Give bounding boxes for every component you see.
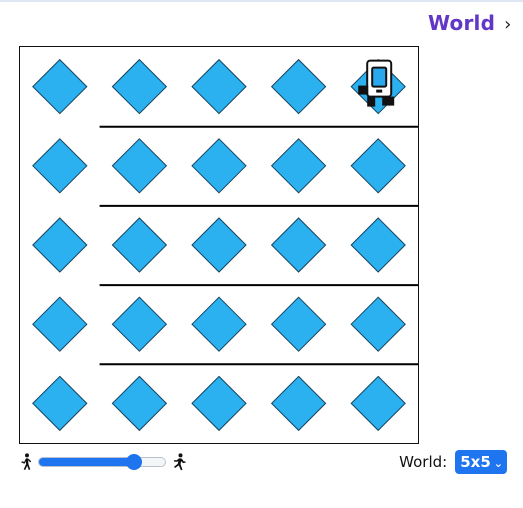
beeper-diamond — [270, 375, 327, 432]
running-person-icon — [174, 453, 186, 471]
world-canvas — [19, 46, 419, 444]
beeper-diamond — [350, 138, 406, 194]
speed-slider-fill — [39, 458, 134, 466]
beeper-diamond — [270, 296, 327, 352]
top-border — [0, 0, 523, 2]
beeper-diamond — [350, 217, 406, 273]
beeper-diamond — [270, 217, 327, 273]
world-link-label: World — [428, 11, 496, 35]
world-link[interactable]: World › — [428, 10, 511, 36]
world-select-label: World: — [399, 453, 448, 471]
beeper-diamond — [191, 296, 247, 352]
beeper-diamond — [111, 217, 168, 273]
beeper-diamond — [111, 375, 168, 432]
speed-slider[interactable] — [38, 455, 166, 469]
beeper-diamond — [32, 58, 88, 115]
beeper-diamond — [350, 375, 406, 432]
beeper-diamond — [191, 375, 247, 432]
chevron-down-icon: ⌄ — [493, 456, 503, 470]
beeper-diamond — [111, 138, 168, 194]
beeper-diamond — [32, 296, 88, 352]
controls-bar: World: 5x5 ⌄ — [19, 449, 507, 475]
beepers-layer — [32, 58, 406, 432]
beeper-diamond — [191, 138, 247, 194]
beeper-diamond — [191, 217, 247, 273]
beeper-diamond — [32, 138, 88, 194]
beeper-diamond — [111, 58, 168, 115]
beeper-diamond — [350, 296, 406, 352]
world-size-value: 5x5 — [460, 453, 491, 471]
world-size-dropdown[interactable]: 5x5 ⌄ — [455, 450, 507, 474]
beeper-diamond — [32, 217, 88, 273]
beeper-diamond — [191, 58, 247, 115]
speed-control — [19, 449, 187, 475]
world-selector: World: 5x5 ⌄ — [399, 449, 507, 475]
beeper-diamond — [270, 58, 327, 115]
beeper-diamond — [32, 375, 88, 432]
chevron-right-icon: › — [504, 14, 512, 35]
walking-person-icon — [21, 453, 32, 470]
beeper-diamond — [270, 138, 327, 194]
speed-slider-thumb[interactable] — [126, 455, 141, 469]
beeper-diamond — [111, 296, 168, 352]
world-grid — [32, 58, 418, 432]
